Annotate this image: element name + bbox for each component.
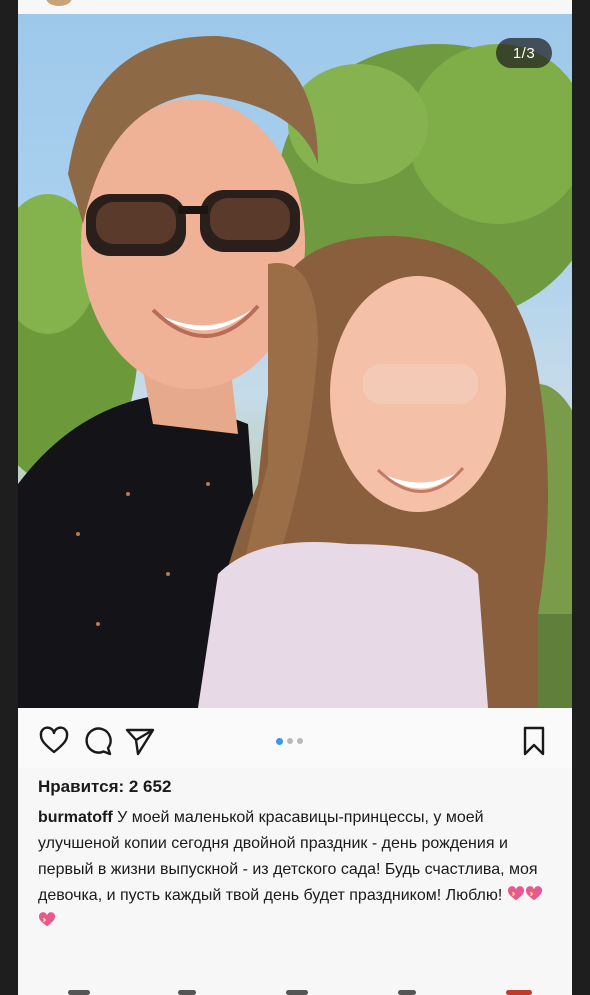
- post-caption: burmatoff У моей маленькой красавицы-при…: [38, 805, 558, 935]
- post-photo[interactable]: 1/3: [18, 14, 572, 708]
- avatar[interactable]: [46, 0, 72, 6]
- slide-counter-badge: 1/3: [496, 38, 552, 68]
- carousel-dot: [297, 738, 303, 744]
- carousel-dot-active: [276, 737, 283, 745]
- action-bar: [18, 708, 572, 768]
- post-header-peek: [18, 0, 572, 14]
- paper-plane-icon[interactable]: [124, 725, 156, 757]
- instagram-post: 1/3 Нравится: 2 652 burmatoff У моей мал…: [18, 0, 572, 995]
- bottom-nav-peek: [18, 984, 572, 995]
- sparkling-heart-emoji: [38, 912, 56, 927]
- sparkling-heart-emoji: [525, 886, 542, 901]
- carousel-dot: [287, 738, 293, 744]
- comment-bubble-icon[interactable]: [81, 725, 113, 757]
- bookmark-outline-icon[interactable]: [518, 725, 550, 757]
- likes-count[interactable]: Нравится: 2 652: [38, 777, 171, 797]
- sparkling-heart-emoji: [507, 886, 524, 901]
- photo-illustration: [18, 35, 572, 708]
- caption-username[interactable]: burmatoff: [38, 809, 113, 826]
- screenshot-frame: 1/3 Нравится: 2 652 burmatoff У моей мал…: [0, 0, 590, 995]
- carousel-indicator: [276, 737, 303, 745]
- heart-outline-icon[interactable]: [38, 725, 70, 757]
- caption-text: У моей маленькой красавицы-принцессы, у …: [38, 809, 538, 904]
